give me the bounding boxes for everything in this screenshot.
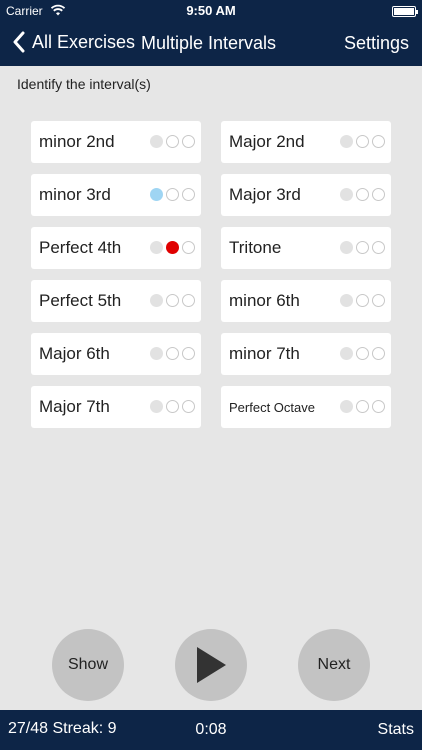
indicator-dot-empty <box>166 135 179 148</box>
answer-indicators <box>150 294 195 307</box>
interval-card[interactable]: Perfect 4th <box>31 227 201 269</box>
indicator-dot-empty <box>182 241 195 254</box>
bottom-bar: 27/48 Streak: 9 0:08 Stats <box>0 710 422 750</box>
answer-indicators <box>150 241 195 254</box>
answer-indicators <box>150 188 195 201</box>
indicator-dot-empty <box>182 294 195 307</box>
indicator-dot-empty <box>356 188 369 201</box>
indicator-dot-grey <box>150 241 163 254</box>
page-title: Multiple Intervals <box>141 33 277 53</box>
interval-label: minor 3rd <box>39 185 111 204</box>
indicator-dot-empty <box>356 241 369 254</box>
indicator-dot-empty <box>166 400 179 413</box>
indicator-dot-grey <box>150 347 163 360</box>
interval-label: minor 6th <box>229 291 300 310</box>
indicator-dot-grey <box>340 400 353 413</box>
interval-card[interactable]: Perfect Octave <box>221 386 391 428</box>
interval-card[interactable]: Perfect 5th <box>31 280 201 322</box>
indicator-dot-empty <box>356 294 369 307</box>
answer-indicators <box>150 347 195 360</box>
indicator-dot-grey <box>340 241 353 254</box>
show-button[interactable]: Show <box>52 629 124 701</box>
answer-indicators <box>340 347 385 360</box>
stats-button[interactable]: Stats <box>378 721 414 739</box>
interval-card[interactable]: Major 7th <box>31 386 201 428</box>
exercise-prompt: Identify the interval(s) <box>17 76 151 92</box>
indicator-dot-empty <box>356 400 369 413</box>
next-button[interactable]: Next <box>298 629 370 701</box>
interval-card[interactable]: minor 7th <box>221 333 391 375</box>
interval-card[interactable]: minor 6th <box>221 280 391 322</box>
interval-label: Major 7th <box>39 397 110 416</box>
top-bar: Carrier 9:50 AM All Exercises Multiple I… <box>0 0 422 66</box>
navigation-bar: All Exercises Multiple Intervals Setting… <box>0 22 422 66</box>
interval-card[interactable]: Major 3rd <box>221 174 391 216</box>
indicator-dot-grey <box>150 294 163 307</box>
indicator-dot-empty <box>166 347 179 360</box>
indicator-dot-empty <box>166 294 179 307</box>
interval-label: Tritone <box>229 238 282 257</box>
indicator-dot-empty <box>372 294 385 307</box>
indicator-dot-red <box>166 241 179 254</box>
interval-label: Major 6th <box>39 344 110 363</box>
interval-label: Perfect 4th <box>39 238 122 257</box>
indicator-dot-grey <box>340 347 353 360</box>
indicator-dot-empty <box>182 347 195 360</box>
settings-button[interactable]: Settings <box>344 33 409 54</box>
indicator-dot-grey <box>150 400 163 413</box>
indicator-dot-empty <box>372 188 385 201</box>
indicator-dot-empty <box>356 347 369 360</box>
back-button[interactable]: All Exercises <box>12 31 135 53</box>
answer-indicators <box>150 135 195 148</box>
indicator-dot-grey <box>340 294 353 307</box>
indicator-dot-empty <box>166 188 179 201</box>
interval-card[interactable]: minor 3rd <box>31 174 201 216</box>
answer-indicators <box>340 188 385 201</box>
indicator-dot-grey <box>150 135 163 148</box>
indicator-dot-empty <box>372 135 385 148</box>
interval-label: Major 2nd <box>229 132 305 151</box>
indicator-dot-empty <box>372 347 385 360</box>
interval-card[interactable]: Major 2nd <box>221 121 391 163</box>
indicator-dot-empty <box>356 135 369 148</box>
back-label: All Exercises <box>32 31 136 52</box>
battery-icon <box>392 6 418 17</box>
timer: 0:08 <box>195 721 227 738</box>
answer-indicators <box>340 135 385 148</box>
indicator-dot-empty <box>182 400 195 413</box>
interval-card[interactable]: Major 6th <box>31 333 201 375</box>
interval-card[interactable]: minor 2nd <box>31 121 201 163</box>
interval-label: Perfect 5th <box>39 291 122 310</box>
answer-indicators <box>340 241 385 254</box>
interval-label: minor 7th <box>229 344 300 363</box>
indicator-dot-empty <box>182 135 195 148</box>
play-icon <box>197 647 226 683</box>
status-time: 9:50 AM <box>186 3 236 18</box>
answer-indicators <box>340 400 385 413</box>
indicator-dot-empty <box>372 241 385 254</box>
indicator-dot-blue <box>150 188 163 201</box>
interval-label: minor 2nd <box>39 132 115 151</box>
chevron-left-icon <box>13 31 25 53</box>
answer-indicators <box>340 294 385 307</box>
indicator-dot-grey <box>340 135 353 148</box>
play-button[interactable] <box>175 629 247 701</box>
indicator-dot-empty <box>182 188 195 201</box>
interval-label: Perfect Octave <box>229 400 315 415</box>
answer-indicators <box>150 400 195 413</box>
interval-label: Major 3rd <box>229 185 301 204</box>
status-bar: Carrier 9:50 AM <box>0 0 422 22</box>
indicator-dot-grey <box>340 188 353 201</box>
indicator-dot-empty <box>372 400 385 413</box>
interval-card[interactable]: Tritone <box>221 227 391 269</box>
